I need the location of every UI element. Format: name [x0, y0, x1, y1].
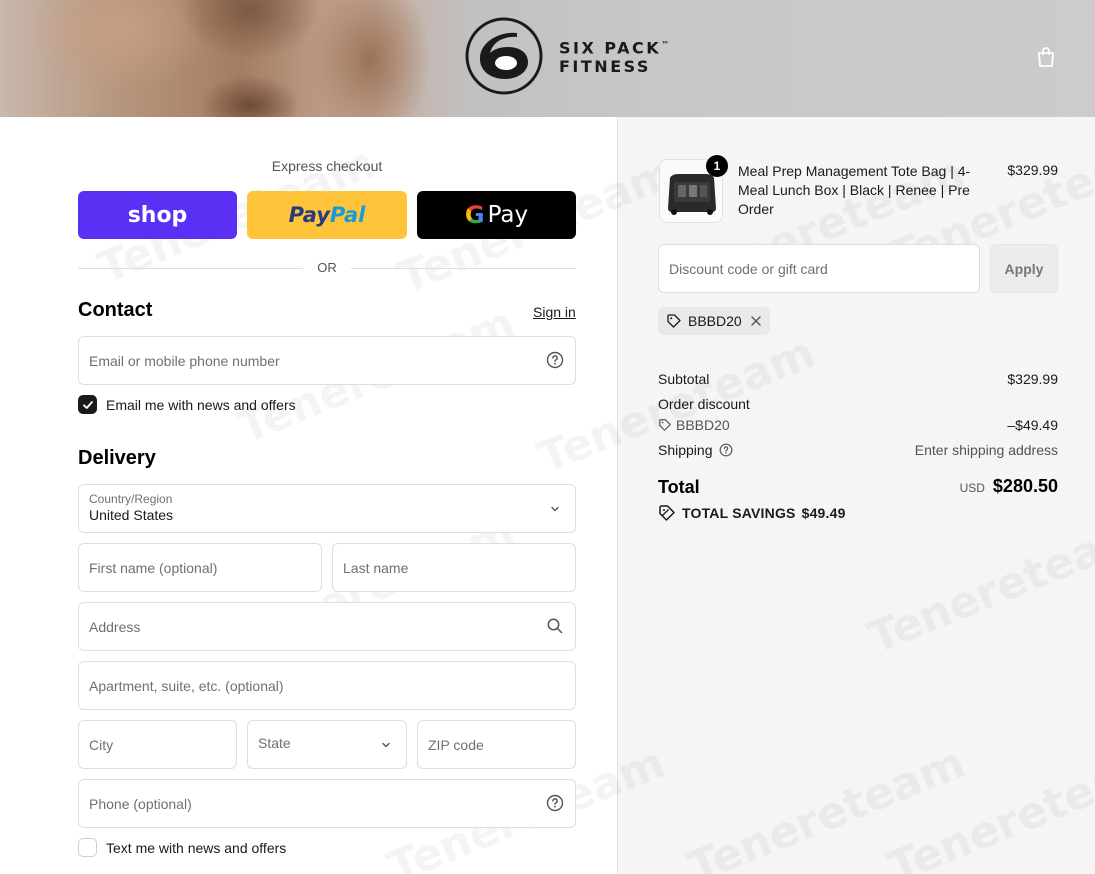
paypal-label-part2: Pal — [329, 203, 366, 227]
shop-pay-button[interactable]: shop — [78, 191, 237, 239]
country-label: Country/Region — [89, 492, 173, 506]
savings-value: $49.49 — [801, 505, 846, 521]
savings-tag-icon — [659, 505, 675, 521]
zip-placeholder: ZIP code — [428, 737, 484, 753]
brand-line2: FITNESS — [559, 56, 651, 76]
divider-right — [351, 268, 576, 269]
total-label: Total — [658, 477, 700, 497]
google-pay-button[interactable]: G Pay — [417, 191, 576, 239]
phone-placeholder: Phone (optional) — [89, 796, 192, 812]
paypal-label-part1: Pay — [288, 203, 330, 227]
help-icon[interactable] — [546, 351, 564, 369]
product-price: $329.99 — [1007, 162, 1058, 178]
applied-code-chip: BBBD20 — [658, 307, 770, 335]
city-placeholder: City — [89, 737, 114, 753]
discount-code-input[interactable]: Discount code or gift card — [658, 244, 980, 293]
chevron-down-icon — [551, 506, 559, 512]
total-savings-row: TOTAL SAVINGS $49.49 — [658, 504, 846, 522]
order-discount-value: –$49.49 — [1007, 417, 1058, 433]
shipping-label: Shipping — [658, 442, 713, 458]
phone-field[interactable]: Phone (optional) — [78, 779, 576, 828]
help-icon[interactable] — [546, 794, 564, 812]
total-amount: $280.50 — [992, 476, 1058, 496]
trademark-symbol: ™ — [661, 40, 670, 50]
google-g-icon: G — [464, 201, 485, 229]
discount-placeholder: Discount code or gift card — [669, 261, 828, 277]
brand-name: SIX PACK™ FITNESS — [559, 36, 669, 75]
email-placeholder: Email or mobile phone number — [89, 353, 280, 369]
divider-left — [78, 268, 303, 269]
order-discount-code: BBBD20 — [658, 417, 730, 433]
apply-discount-button[interactable]: Apply — [990, 244, 1058, 293]
close-icon[interactable] — [750, 315, 762, 327]
order-discount-code-label: BBBD20 — [676, 417, 730, 433]
quantity-badge: 1 — [706, 155, 728, 177]
order-discount-code-row: BBBD20 –$49.49 — [658, 417, 1058, 435]
shopping-bag-icon[interactable] — [1034, 45, 1058, 69]
applied-code-label: BBBD20 — [688, 313, 742, 329]
express-checkout-title: Express checkout — [271, 158, 383, 174]
text-optin-label: Text me with news and offers — [106, 839, 287, 856]
city-field[interactable]: City — [78, 720, 237, 769]
savings-label: TOTAL SAVINGS — [682, 505, 796, 521]
country-select[interactable]: Country/Region United States — [78, 484, 576, 533]
order-discount-row: Order discount — [658, 396, 1058, 412]
shipping-label-group: Shipping — [658, 442, 733, 458]
total-value-group: USD $280.50 — [960, 476, 1058, 497]
last-name-placeholder: Last name — [343, 560, 409, 576]
text-optin-checkbox[interactable] — [78, 838, 97, 857]
brand-line1: SIX PACK — [559, 38, 662, 58]
header-banner: SIX PACK™ FITNESS — [0, 0, 1095, 117]
last-name-field[interactable]: Last name — [332, 543, 576, 592]
apartment-field[interactable]: Apartment, suite, etc. (optional) — [78, 661, 576, 710]
six-logo-icon — [465, 17, 543, 95]
delivery-title: Delivery — [78, 447, 156, 469]
state-placeholder: State — [258, 735, 291, 751]
product-name: Meal Prep Management Tote Bag | 4-Meal L… — [738, 163, 971, 217]
address-field[interactable]: Address — [78, 602, 576, 651]
brand-logo[interactable]: SIX PACK™ FITNESS — [465, 17, 669, 95]
subtotal-value: $329.99 — [1007, 371, 1058, 387]
email-optin-checkbox[interactable] — [78, 395, 97, 414]
email-field[interactable]: Email or mobile phone number — [78, 336, 576, 385]
shipping-value: Enter shipping address — [914, 442, 1058, 458]
tag-icon — [667, 314, 681, 328]
total-currency: USD — [959, 481, 985, 495]
email-optin-row[interactable]: Email me with news and offers — [78, 395, 296, 414]
first-name-placeholder: First name (optional) — [89, 560, 218, 576]
email-optin-label: Email me with news and offers — [106, 396, 296, 413]
country-value: United States — [89, 507, 174, 523]
google-pay-label: Pay — [487, 202, 529, 228]
checkmark-icon — [82, 400, 93, 409]
subtotal-row: Subtotal $329.99 — [658, 371, 1058, 387]
subtotal-label: Subtotal — [658, 371, 710, 387]
tag-icon — [659, 419, 671, 431]
header-background-image — [0, 0, 430, 117]
search-icon — [547, 618, 563, 634]
shipping-row: Shipping Enter shipping address — [658, 442, 1058, 458]
apartment-placeholder: Apartment, suite, etc. (optional) — [89, 678, 284, 694]
shop-pay-label: shop — [127, 202, 188, 228]
order-discount-label: Order discount — [658, 396, 750, 412]
first-name-field[interactable]: First name (optional) — [78, 543, 322, 592]
paypal-button[interactable]: Pay Pal — [247, 191, 407, 239]
help-icon[interactable] — [719, 443, 733, 457]
contact-title: Contact — [78, 299, 153, 321]
text-optin-row[interactable]: Text me with news and offers — [78, 838, 286, 857]
sign-in-link[interactable]: Sign in — [533, 304, 576, 320]
state-select[interactable]: State — [247, 720, 407, 769]
chevron-down-icon — [382, 742, 390, 748]
or-divider-label: OR — [317, 260, 337, 275]
zip-field[interactable]: ZIP code — [417, 720, 576, 769]
address-placeholder: Address — [89, 619, 141, 635]
